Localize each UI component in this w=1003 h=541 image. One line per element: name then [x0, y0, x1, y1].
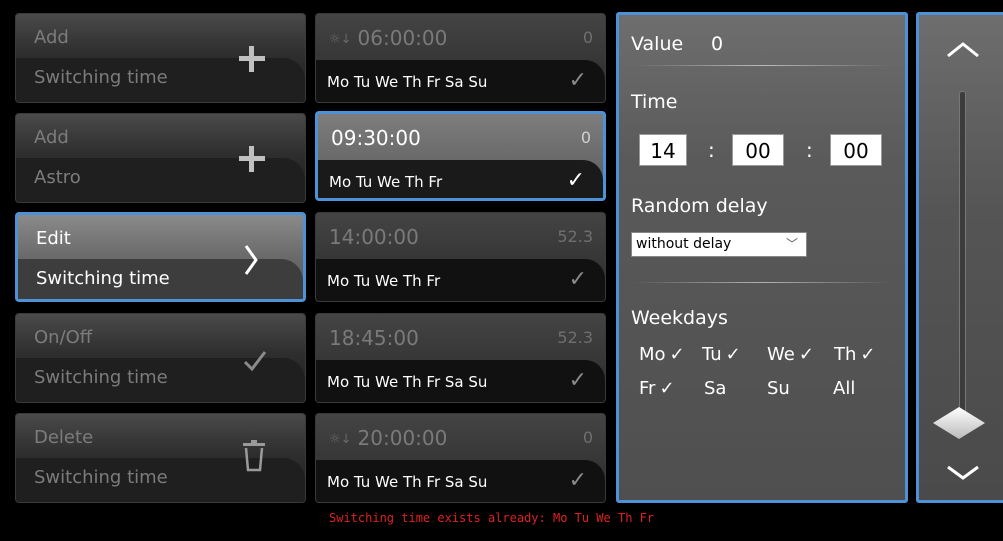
action-subtitle: Switching time [34, 67, 168, 88]
error-message: Switching time exists already: Mo Tu We … [329, 511, 655, 525]
weekday-fr[interactable]: Fr ✓ [639, 378, 675, 399]
chevron-up-icon[interactable] [945, 29, 981, 67]
weekday-all[interactable]: All [833, 378, 855, 399]
value-display[interactable]: 0 [711, 33, 723, 55]
weekday-sa[interactable]: Sa [704, 378, 726, 399]
check-icon: ✓ [568, 68, 587, 93]
slot-value: 52.3 [557, 328, 593, 347]
slot-days: Mo Tu We Th Fr [327, 272, 441, 290]
action-subtitle: Astro [34, 167, 81, 188]
delete-switching-time-button[interactable]: Delete Switching time [15, 413, 306, 503]
edit-panel: Value 0 Time 14 : 00 : 00 Random delay w… [616, 12, 908, 503]
check-icon: ✓ [860, 344, 876, 365]
scroll-thumb[interactable] [933, 407, 985, 439]
random-delay-label: Random delay [631, 195, 768, 217]
weekday-th[interactable]: Th ✓ [834, 344, 876, 365]
weekday-tu[interactable]: Tu ✓ [702, 344, 741, 365]
time-colon: : [708, 138, 715, 162]
check-icon: ✓ [725, 344, 741, 365]
plus-icon [237, 44, 267, 80]
action-title: Add [34, 127, 69, 148]
check-icon: ✓ [568, 468, 587, 493]
action-subtitle: Switching time [34, 367, 168, 388]
switching-time-item-selected[interactable]: 09:30:00 0 Mo Tu We Th Fr ✓ [315, 111, 606, 201]
time-colon: : [806, 138, 813, 162]
astro-icon: ☼↓ [329, 32, 352, 47]
time-label: Time [631, 91, 678, 113]
scroll-track[interactable] [959, 91, 966, 431]
weekday-mo[interactable]: Mo ✓ [639, 344, 685, 365]
toggle-switching-time-button[interactable]: On/Off Switching time [15, 313, 306, 403]
check-icon: ✓ [659, 378, 675, 399]
separator [633, 65, 891, 66]
action-title: On/Off [34, 327, 93, 348]
action-title: Edit [36, 228, 71, 249]
weekdays-label: Weekdays [631, 307, 728, 329]
scroll-panel [916, 12, 1003, 503]
add-astro-button[interactable]: Add Astro [15, 113, 306, 203]
action-title: Add [34, 27, 69, 48]
chevron-down-icon: ﹀ [785, 237, 798, 251]
separator [633, 282, 891, 283]
check-icon: ✓ [568, 267, 587, 292]
weekday-su[interactable]: Su [767, 378, 790, 399]
slot-time: 14:00:00 [329, 225, 419, 249]
plus-icon [237, 144, 267, 180]
slot-value: 0 [582, 28, 593, 47]
slot-time: 20:00:00 [357, 426, 448, 450]
slot-time: 18:45:00 [329, 326, 419, 350]
weekday-we[interactable]: We ✓ [767, 344, 814, 365]
trash-icon [241, 440, 267, 478]
chevron-right-icon [243, 243, 259, 283]
slot-days: Mo Tu We Th Fr Sa Su [327, 373, 488, 391]
value-label: Value [631, 33, 684, 55]
slot-days: Mo Tu We Th Fr Sa Su [327, 73, 488, 91]
check-icon: ✓ [798, 344, 814, 365]
hours-input[interactable]: 14 [639, 134, 687, 166]
check-icon: ✓ [669, 344, 685, 365]
slot-days: Mo Tu We Th Fr Sa Su [327, 473, 488, 491]
seconds-input[interactable]: 00 [830, 134, 882, 166]
action-subtitle: Switching time [36, 268, 170, 289]
random-delay-value: without delay [636, 236, 732, 252]
check-icon [243, 348, 267, 378]
astro-icon: ☼↓ [329, 432, 352, 447]
chevron-down-icon[interactable] [945, 453, 981, 491]
minutes-input[interactable]: 00 [732, 134, 784, 166]
switching-time-item[interactable]: ☼↓ 20:00:00 0 Mo Tu We Th Fr Sa Su ✓ [315, 413, 606, 503]
switching-time-item[interactable]: 18:45:00 52.3 Mo Tu We Th Fr Sa Su ✓ [315, 313, 606, 403]
slot-value: 52.3 [557, 227, 593, 246]
edit-switching-time-button[interactable]: Edit Switching time [15, 212, 306, 302]
switching-time-item[interactable]: ☼↓ 06:00:00 0 Mo Tu We Th Fr Sa Su ✓ [315, 13, 606, 103]
slot-time: 06:00:00 [357, 26, 448, 50]
slot-days: Mo Tu We Th Fr [329, 173, 443, 191]
action-subtitle: Switching time [34, 467, 168, 488]
slot-value: 0 [582, 428, 593, 447]
random-delay-select[interactable]: without delay ﹀ [631, 232, 807, 257]
check-icon: ✓ [566, 168, 585, 193]
check-icon: ✓ [568, 368, 587, 393]
switching-time-item[interactable]: 14:00:00 52.3 Mo Tu We Th Fr ✓ [315, 212, 606, 302]
action-title: Delete [34, 427, 94, 448]
slot-time: 09:30:00 [331, 126, 421, 150]
add-switching-time-button[interactable]: Add Switching time [15, 13, 306, 103]
slot-value: 0 [580, 128, 591, 147]
